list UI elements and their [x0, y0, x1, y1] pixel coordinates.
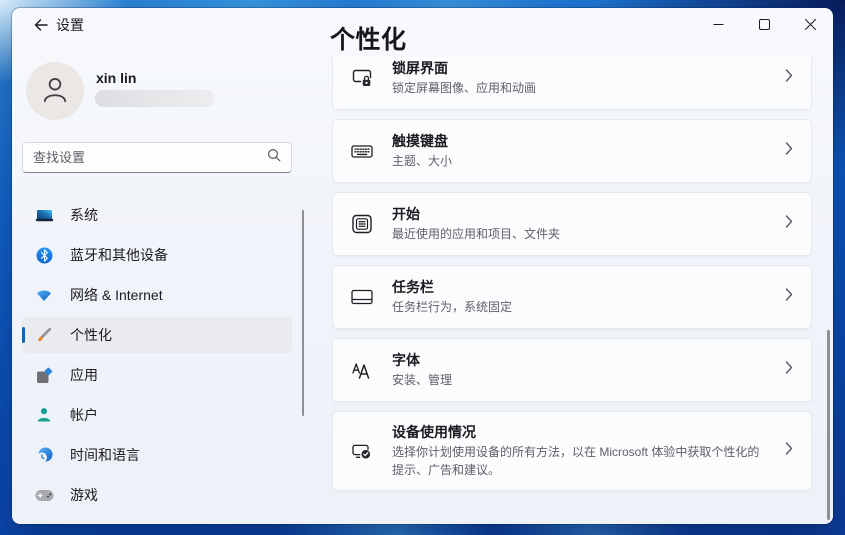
- card-text: 字体 安装、管理: [392, 351, 761, 389]
- card-subtitle: 最近使用的应用和项目、文件夹: [392, 226, 561, 241]
- close-button[interactable]: [787, 8, 833, 42]
- sidebar-item-gaming[interactable]: 游戏: [22, 477, 292, 513]
- sidebar-item-time-language[interactable]: 时间和语言: [22, 437, 292, 473]
- card-text: 开始最近使用的应用和项目、文件夹: [392, 205, 761, 243]
- bluetooth-icon: [34, 245, 54, 265]
- card-title: 锁屏界面: [392, 60, 448, 77]
- minimize-icon: [713, 18, 724, 33]
- chevron-right-icon: [785, 142, 793, 161]
- sidebar: xin lin 系统蓝牙和其他设备网络 & Internet 个性化应用帐户时间和…: [12, 42, 322, 524]
- page-title: 个性化: [330, 26, 407, 54]
- person-icon: [39, 73, 71, 110]
- settings-card-touch-keyboard[interactable]: 触摸键盘 主题、大小: [332, 119, 812, 183]
- card-text: 设备使用情况选择你计划使用设备的所有方法，以在 Microsoft 体验中获取个…: [392, 423, 761, 479]
- fonts-icon: [350, 358, 374, 382]
- avatar[interactable]: [26, 62, 84, 120]
- maximize-button[interactable]: [741, 8, 787, 42]
- masked-email: [95, 90, 215, 107]
- gaming-icon: [34, 485, 54, 505]
- system-icon: [34, 205, 54, 225]
- chevron-right-icon: [785, 69, 793, 88]
- taskbar-icon: [350, 285, 374, 309]
- content-scrollbar[interactable]: [827, 330, 830, 520]
- settings-card-fonts[interactable]: 字体 安装、管理: [332, 338, 812, 402]
- sidebar-item-apps[interactable]: 应用: [22, 357, 292, 393]
- card-subtitle: 任务栏行为，系统固定: [392, 299, 513, 314]
- card-subtitle: 主题、大小: [392, 153, 453, 168]
- sidebar-item-bluetooth[interactable]: 蓝牙和其他设备: [22, 237, 292, 273]
- chevron-right-icon: [785, 442, 793, 461]
- sidebar-item-label: 游戏: [70, 487, 98, 503]
- sidebar-item-accounts[interactable]: 帐户: [22, 397, 292, 433]
- settings-card-taskbar[interactable]: 任务栏任务栏行为，系统固定: [332, 265, 812, 329]
- personalization-icon: [34, 325, 54, 345]
- settings-card-device-usage[interactable]: 设备使用情况选择你计划使用设备的所有方法，以在 Microsoft 体验中获取个…: [332, 411, 812, 491]
- selected-accent-bar: [22, 327, 25, 343]
- sidebar-scrollbar[interactable]: [302, 210, 304, 416]
- search-icon: [267, 148, 281, 167]
- card-subtitle: 安装、管理: [392, 372, 453, 387]
- titlebar[interactable]: 设置: [12, 8, 833, 42]
- sidebar-item-network[interactable]: 网络 & Internet: [22, 277, 292, 313]
- sidebar-item-system[interactable]: 系统: [22, 197, 292, 233]
- sidebar-item-label: 网络 & Internet: [70, 287, 163, 303]
- apps-icon: [34, 365, 54, 385]
- close-icon: [804, 18, 816, 33]
- device-usage-icon: [350, 439, 374, 463]
- card-text: 触摸键盘 主题、大小: [392, 132, 761, 170]
- settings-card-start[interactable]: 开始最近使用的应用和项目、文件夹: [332, 192, 812, 256]
- sidebar-item-label: 蓝牙和其他设备: [70, 247, 168, 263]
- settings-card-lock-screen[interactable]: 锁屏界面锁定屏幕图像、应用和动画: [332, 57, 812, 110]
- window-controls: [695, 8, 833, 42]
- app-title: 设置: [56, 17, 84, 33]
- search-box: [22, 142, 292, 173]
- card-title: 触摸键盘: [392, 133, 448, 150]
- card-subtitle: 锁定屏幕图像、应用和动画: [392, 80, 537, 95]
- sidebar-item-label: 帐户: [70, 407, 98, 423]
- card-title: 任务栏: [392, 279, 434, 296]
- chevron-right-icon: [785, 215, 793, 234]
- sidebar-item-label: 时间和语言: [70, 447, 140, 463]
- settings-card-list: 锁屏界面锁定屏幕图像、应用和动画 触摸键盘主题、大小开始最近使用的应用和项目、文件…: [332, 57, 812, 524]
- card-title: 字体: [392, 352, 420, 369]
- network-icon: [34, 285, 54, 305]
- start-icon: [350, 212, 374, 236]
- card-text: 锁屏界面锁定屏幕图像、应用和动画: [392, 59, 761, 97]
- card-title: 开始: [392, 206, 420, 223]
- lock-screen-icon: [350, 66, 374, 90]
- sidebar-item-label: 应用: [70, 367, 98, 383]
- minimize-button[interactable]: [695, 8, 741, 42]
- back-arrow-icon: [33, 17, 49, 36]
- card-subtitle: 选择你计划使用设备的所有方法，以在 Microsoft 体验中获取个性化的提示、…: [392, 444, 760, 477]
- chevron-right-icon: [785, 361, 793, 380]
- card-text: 任务栏任务栏行为，系统固定: [392, 278, 761, 316]
- settings-window: 设置 xin lin 系统蓝牙和其他设备网络 & Internet 个性化应用帐户…: [12, 8, 833, 524]
- sidebar-item-label: 个性化: [70, 327, 112, 343]
- accounts-icon: [34, 405, 54, 425]
- card-title: 设备使用情况: [392, 424, 476, 441]
- maximize-icon: [758, 18, 770, 33]
- search-input[interactable]: [33, 150, 267, 165]
- sidebar-item-personalization[interactable]: 个性化: [22, 317, 292, 353]
- time-language-icon: [34, 445, 54, 465]
- touch-keyboard-icon: [350, 139, 374, 163]
- sidebar-nav: 系统蓝牙和其他设备 网络 & Internet 个性化应用帐户时间和语言游戏: [22, 197, 304, 517]
- sidebar-item-label: 系统: [70, 207, 98, 223]
- back-button[interactable]: [26, 13, 56, 39]
- user-name: xin lin: [96, 70, 137, 86]
- chevron-right-icon: [785, 288, 793, 307]
